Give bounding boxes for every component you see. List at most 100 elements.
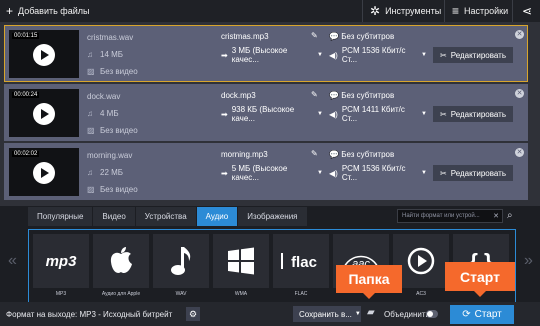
tab-video[interactable]: Видео [93, 207, 136, 226]
no-video-icon: ▨ [87, 185, 95, 194]
audio-track-dropdown[interactable]: ◀) PCM 1411 Кбит/с Ст... ▼ [329, 105, 427, 123]
tools-button[interactable]: ✲ Инструменты [370, 0, 441, 22]
scissors-icon: ✂ [440, 109, 447, 119]
search-placeholder: Найти формат или устрой... [402, 213, 480, 219]
output-file-name: dock.mp3 [221, 91, 256, 100]
edit-label: Редактировать [450, 168, 506, 178]
subtitles-dropdown[interactable]: 💬 Без субтитров [329, 32, 394, 41]
duration-label: 00:00:24 [12, 92, 40, 98]
file-size: 4 МБ [100, 109, 119, 118]
scissors-icon: ✂ [440, 50, 447, 60]
audio-file-icon: ♫ [87, 50, 93, 59]
format-tabs: Популярные Видео Устройства Аудио Изобра… [28, 207, 308, 226]
remove-file-icon[interactable]: ✕ [515, 30, 524, 39]
edit-button[interactable]: ✂ Редактировать [433, 106, 513, 122]
svg-text:flac: flac [291, 254, 317, 271]
device-search-icon[interactable]: ⌕ [507, 210, 513, 221]
subtitles-icon: 💬 [329, 150, 339, 159]
format-label: FLAC [294, 291, 308, 297]
folder-callout: Папка [336, 265, 402, 299]
file-list: 00:01:15 cristmas.wav ♫ 14 МБ ▨ Без виде… [0, 22, 540, 229]
share-button[interactable]: ⋖ [522, 0, 537, 22]
duration-label: 00:01:15 [12, 33, 40, 39]
arrow-right-icon: ➡ [221, 168, 228, 178]
file-row[interactable]: 00:00:24 dock.wav ♫ 4 МБ ▨ Без видео doc… [4, 84, 528, 141]
tab-popular[interactable]: Популярные [28, 207, 94, 226]
remove-file-icon[interactable]: ✕ [515, 89, 524, 98]
output-quality-dropdown[interactable]: ➡ 5 МБ (Высокое качес... ▼ [221, 164, 323, 182]
file-row[interactable]: 00:02:02 morning.wav ♫ 22 МБ ▨ Без видео… [4, 143, 528, 200]
play-icon[interactable] [33, 44, 55, 66]
gear-icon[interactable]: ⚙ [186, 307, 200, 321]
chevron-down-icon: ▼ [421, 52, 427, 58]
output-quality-dropdown[interactable]: ➡ 938 КБ (Высокое каче... ▼ [221, 105, 323, 123]
plus-icon: + [6, 4, 14, 18]
file-row[interactable]: 00:01:15 cristmas.wav ♫ 14 МБ ▨ Без виде… [4, 25, 528, 82]
windows-icon [213, 234, 269, 288]
output-file-name: morning.mp3 [221, 150, 268, 159]
edit-label: Редактировать [450, 109, 506, 119]
remove-file-icon[interactable]: ✕ [515, 148, 524, 157]
folder-icon[interactable]: ▰ [367, 307, 375, 318]
format-tile-wav[interactable]: WAV [153, 234, 209, 300]
format-tile-apple[interactable]: Аудио для Apple [93, 234, 149, 300]
format-search-input[interactable]: Найти формат или устрой... ✕ [397, 209, 503, 223]
add-files-button[interactable]: + Добавить файлы [6, 0, 89, 22]
speaker-icon: ◀) [329, 50, 338, 60]
mp3-icon: mp3 [33, 234, 89, 288]
duration-label: 00:02:02 [12, 151, 40, 157]
arrow-right-icon: ➡ [221, 109, 228, 119]
format-label: MP3 [55, 291, 67, 297]
format-grid: mp3 MP3 Аудио для Apple WAV WMA flac FLA… [28, 229, 516, 303]
scroll-left-icon[interactable]: « [8, 252, 17, 270]
file-thumbnail[interactable]: 00:00:24 [9, 89, 79, 137]
top-toolbar: + Добавить файлы ✲ Инструменты ≡ Настрой… [0, 0, 540, 22]
audio-file-icon: ♫ [87, 168, 93, 177]
rename-pencil-icon[interactable]: ✎ [311, 149, 318, 158]
start-button[interactable]: ⟳ Старт [450, 305, 514, 324]
output-size-label: 938 КБ (Высокое каче... [231, 105, 295, 123]
speaker-icon: ◀) [329, 168, 338, 178]
play-icon[interactable] [33, 162, 55, 184]
rename-pencil-icon[interactable]: ✎ [311, 90, 318, 99]
subtitles-icon: 💬 [329, 32, 339, 41]
merge-toggle[interactable] [426, 310, 438, 318]
toolbar-divider [362, 0, 363, 22]
output-size-label: 5 МБ (Высокое качес... [231, 164, 288, 182]
audio-track-label: PCM 1536 Кбит/с Ст... [341, 46, 406, 64]
no-video-label: Без видео [100, 67, 138, 76]
toolbar-divider [444, 0, 445, 22]
subtitles-icon: 💬 [329, 91, 339, 100]
file-thumbnail[interactable]: 00:01:15 [9, 30, 79, 78]
format-tile-flac[interactable]: flac FLAC [273, 234, 329, 300]
subtitles-dropdown[interactable]: 💬 Без субтитров [329, 150, 394, 159]
subtitles-dropdown[interactable]: 💬 Без субтитров [329, 91, 394, 100]
file-thumbnail[interactable]: 00:02:02 [9, 148, 79, 196]
tools-icon: ✲ [370, 4, 381, 18]
output-quality-dropdown[interactable]: ➡ 3 МБ (Высокое качес... ▼ [221, 46, 323, 64]
output-format-label: Формат на выходе: MP3 - Исходный битрейт [6, 309, 173, 319]
settings-button[interactable]: ≡ Настройки [452, 0, 508, 22]
chevron-down-icon: ▼ [354, 311, 361, 317]
format-label: WMA [234, 291, 248, 297]
music-note-icon [153, 234, 209, 288]
rename-pencil-icon[interactable]: ✎ [311, 31, 318, 40]
clear-search-icon[interactable]: ✕ [493, 212, 499, 220]
audio-track-dropdown[interactable]: ◀) PCM 1536 Кбит/с Ст... ▼ [329, 164, 427, 182]
tab-audio[interactable]: Аудио [196, 207, 239, 226]
tab-images[interactable]: Изображения [238, 207, 308, 226]
audio-file-icon: ♫ [87, 109, 93, 118]
svg-text:mp3: mp3 [46, 253, 78, 270]
save-to-dropdown[interactable]: Сохранить в... ▼ [293, 306, 361, 322]
format-tile-wma[interactable]: WMA [213, 234, 269, 300]
tab-devices[interactable]: Устройства [135, 207, 197, 226]
apple-icon [93, 234, 149, 288]
file-size: 14 МБ [100, 50, 124, 59]
audio-track-dropdown[interactable]: ◀) PCM 1536 Кбит/с Ст... ▼ [329, 46, 427, 64]
scroll-right-icon[interactable]: » [524, 252, 533, 270]
chevron-down-icon: ▼ [421, 170, 427, 176]
play-icon[interactable] [33, 103, 55, 125]
edit-button[interactable]: ✂ Редактировать [433, 165, 513, 181]
edit-button[interactable]: ✂ Редактировать [433, 47, 513, 63]
format-tile-mp3[interactable]: mp3 MP3 [33, 234, 89, 300]
